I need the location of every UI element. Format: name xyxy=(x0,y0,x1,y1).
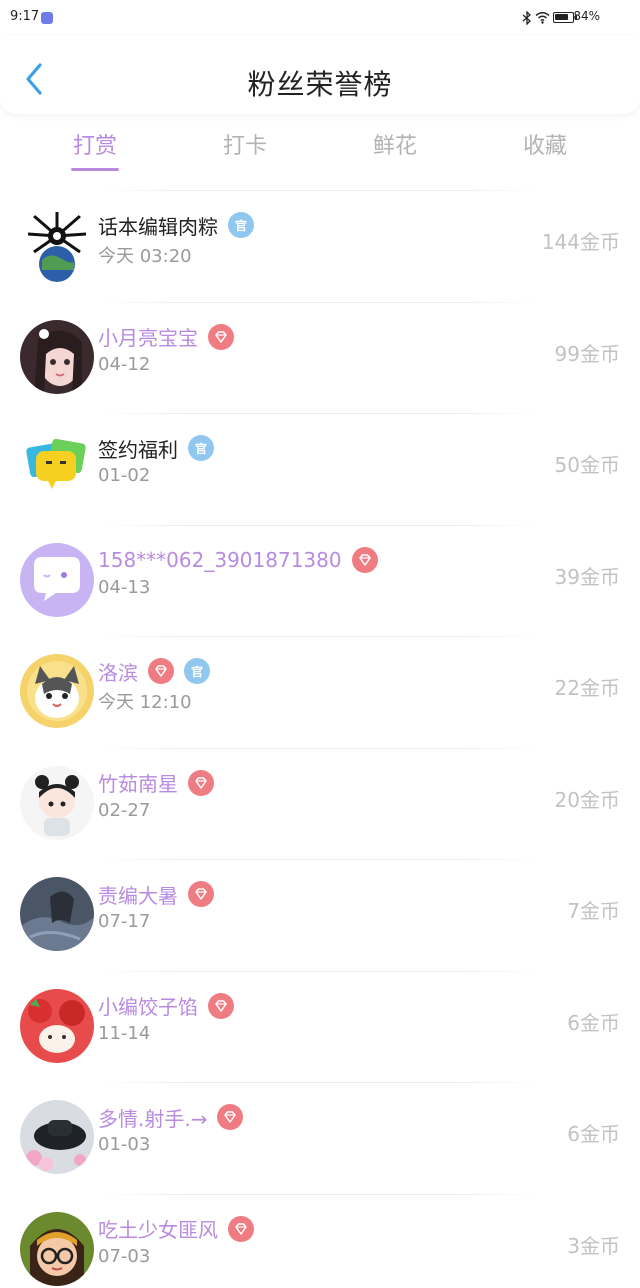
fan-row[interactable]: 竹茹南星 02-27 20金币 xyxy=(0,747,640,859)
row-divider xyxy=(100,413,540,414)
official-badge-icon: 官 xyxy=(184,658,210,684)
tip-time: 今天 12:10 xyxy=(98,692,192,713)
fan-name-line: 洛滨 官 xyxy=(98,657,210,685)
fan-name: 签约福利 xyxy=(98,437,178,462)
fan-row[interactable]: 小月亮宝宝 04-12 99金币 xyxy=(0,301,640,413)
official-badge-icon: 官 xyxy=(228,212,254,238)
fan-row[interactable]: 责编大暑 07-17 7金币 xyxy=(0,859,640,970)
coin-amount: 6金币 xyxy=(567,1010,620,1035)
fan-name-line: 小月亮宝宝 xyxy=(98,323,234,351)
tip-time: 07-03 xyxy=(98,1245,151,1267)
tip-time: 01-02 xyxy=(98,465,151,486)
row-divider xyxy=(100,747,540,749)
tip-time: 07-17 xyxy=(98,911,151,932)
dark-scene-icon[interactable] xyxy=(20,877,94,951)
fan-name: 158***062_3901871380 xyxy=(98,547,342,572)
fan-name-line: 158***062_3901871380 xyxy=(98,546,378,574)
tab-checkin[interactable]: 打卡 xyxy=(195,128,295,160)
fan-row[interactable]: 洛滨 官今天 12:10 22金币 xyxy=(0,636,640,747)
cat-avatar-icon[interactable] xyxy=(20,654,94,728)
coin-amount: 20金币 xyxy=(554,787,620,812)
spider-globe-icon[interactable] xyxy=(20,208,94,282)
fan-name-line: 小编饺子馅 xyxy=(98,992,234,1020)
cartoon-girl-icon[interactable] xyxy=(20,765,94,840)
active-tab-indicator xyxy=(71,168,119,171)
row-divider xyxy=(100,1082,540,1083)
diamond-badge-icon xyxy=(148,658,174,684)
coin-amount: 22金币 xyxy=(554,676,620,700)
diamond-badge-icon xyxy=(217,1104,244,1130)
fan-row[interactable]: 158***062_3901871380 04-13 39金币 xyxy=(0,524,640,636)
tip-time: 02-27 xyxy=(98,799,151,821)
fan-row[interactable]: 吃土少女匪风 07-03 3金币 xyxy=(0,1193,640,1288)
diamond-badge-icon xyxy=(208,992,234,1019)
tip-time: 04-12 xyxy=(98,353,151,375)
page-title: 粉丝荣誉榜 xyxy=(247,68,393,101)
row-divider xyxy=(100,1193,540,1195)
coin-amount: 6金币 xyxy=(567,1122,620,1146)
hat-flowers-icon[interactable] xyxy=(20,1100,94,1174)
strawberry-icon[interactable] xyxy=(20,988,94,1063)
fan-name-line: 话本编辑肉粽官 xyxy=(98,211,254,239)
fan-name: 责编大暑 xyxy=(98,883,178,908)
header: 粉丝荣誉榜 xyxy=(0,36,640,114)
battery-percent: 84% xyxy=(573,9,600,23)
row-divider xyxy=(100,190,540,191)
fan-name: 小月亮宝宝 xyxy=(98,326,198,350)
fan-name-line: 吃土少女匪风 xyxy=(98,1215,254,1243)
diamond-badge-icon xyxy=(208,323,234,350)
glasses-girl-icon[interactable] xyxy=(20,1211,94,1286)
tab-bar: 打赏 打卡 鲜花 收藏 xyxy=(0,118,640,174)
wifi-icon xyxy=(535,12,550,24)
fan-row[interactable]: 小编饺子馅 11-14 6金币 xyxy=(0,970,640,1082)
fan-name: 话本编辑肉粽 xyxy=(98,214,218,239)
fan-name-line: 竹茹南星 xyxy=(98,769,214,797)
app-notification-icon xyxy=(41,12,53,24)
coin-amount: 99金币 xyxy=(554,341,620,366)
battery-icon xyxy=(553,12,577,23)
bluetooth-icon xyxy=(522,11,531,25)
row-divider xyxy=(100,970,540,972)
fan-name: 竹茹南星 xyxy=(98,772,178,796)
coin-amount: 50金币 xyxy=(554,453,620,477)
fan-row[interactable]: 多情.射手.→ 01-03 6金币 xyxy=(0,1082,640,1193)
fan-name: 多情.射手.→ xyxy=(98,1106,208,1131)
coin-amount: 7金币 xyxy=(567,899,620,923)
coin-amount: 39金币 xyxy=(554,564,620,589)
fan-row[interactable]: 话本编辑肉粽官今天 03:20 144金币 xyxy=(0,190,640,301)
tab-favorites[interactable]: 收藏 xyxy=(495,128,595,160)
coin-amount: 3金币 xyxy=(567,1233,620,1258)
row-divider xyxy=(100,636,540,637)
status-bar: 9:17 84% xyxy=(0,0,640,36)
tip-time: 今天 03:20 xyxy=(98,246,192,267)
tab-tip[interactable]: 打赏 xyxy=(45,128,145,160)
row-divider xyxy=(100,859,540,860)
status-time: 9:17 xyxy=(10,9,40,24)
chat-bubble-face-icon[interactable] xyxy=(20,431,94,505)
row-divider xyxy=(100,524,540,526)
coin-amount: 144金币 xyxy=(541,230,620,254)
tip-time: 01-03 xyxy=(98,1134,151,1155)
diamond-badge-icon xyxy=(228,1215,254,1242)
tab-flowers[interactable]: 鲜花 xyxy=(345,128,445,160)
tip-time: 04-13 xyxy=(98,576,151,598)
fan-row[interactable]: 签约福利官 01-02 50金币 xyxy=(0,413,640,524)
fan-name: 洛滨 xyxy=(98,660,138,685)
diamond-badge-icon xyxy=(188,769,214,796)
fan-name: 小编饺子馅 xyxy=(98,995,198,1019)
diamond-badge-icon xyxy=(351,546,378,573)
diamond-badge-icon xyxy=(188,881,214,907)
fan-name-line: 责编大暑 xyxy=(98,880,214,908)
fan-name-line: 签约福利官 xyxy=(98,434,214,462)
default-chat-avatar-icon[interactable] xyxy=(20,542,94,617)
row-divider xyxy=(100,301,540,303)
fan-name-line: 多情.射手.→ xyxy=(98,1103,244,1131)
official-badge-icon: 官 xyxy=(188,435,214,461)
tip-time: 11-14 xyxy=(98,1022,151,1044)
fan-name: 吃土少女匪风 xyxy=(98,1218,218,1242)
girl-portrait-icon[interactable] xyxy=(20,319,94,394)
